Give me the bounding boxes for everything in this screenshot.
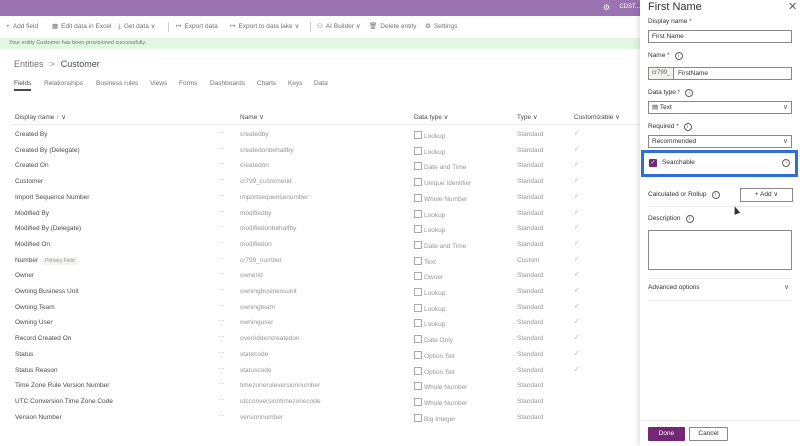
text-type-icon: ▤ [652,104,660,111]
chevron-down-icon[interactable]: ∨ [784,283,789,291]
data-type-label: Data type * i [648,89,694,97]
info-icon[interactable]: i [683,123,692,131]
searchable-checkbox-row[interactable]: ✓ Searchable i [641,150,798,177]
required-asterisk: * [677,89,681,96]
modal-overlay [0,16,640,446]
required-label: Required * i [648,123,692,131]
required-asterisk: * [676,123,679,130]
chevron-down-icon: ∨ [782,138,788,145]
done-button[interactable]: Done [648,427,685,441]
gear-icon[interactable]: ⚙ [603,3,610,12]
searchable-label: Searchable [662,159,695,166]
description-label-text: Description [648,215,681,222]
required-asterisk: * [667,52,670,59]
chevron-down-icon: ∨ [782,104,788,111]
display-name-label: Display name * [648,18,692,25]
panel-title: First Name [648,1,702,13]
add-calculated-button[interactable]: + Add ∨ [740,188,793,202]
field-properties-panel: First Name ✕ Display name * First Name N… [640,0,800,446]
name-input[interactable]: FirstName [674,67,792,80]
data-type-value: Text [659,104,672,111]
info-icon[interactable]: i [711,191,720,199]
info-icon[interactable]: i [685,89,694,97]
environment-label: CDST... [619,4,640,10]
searchable-checkbox[interactable]: ✓ [649,159,657,167]
panel-footer-divider [640,420,800,421]
divider [648,206,792,207]
info-icon[interactable]: i [782,159,790,167]
close-icon[interactable]: ✕ [788,0,797,13]
display-name-input[interactable]: First Name [648,30,792,43]
advanced-options-toggle[interactable]: Advanced options [648,284,700,291]
name-label: Name * i [648,52,683,60]
description-label: Description i [648,215,694,223]
required-asterisk: * [689,18,692,25]
calculated-label-text: Calculated or Rollup [648,191,707,198]
info-icon[interactable]: i [674,52,683,60]
data-type-label-text: Data type [648,89,676,96]
cancel-button[interactable]: Cancel [689,427,728,441]
data-type-select[interactable]: ▤ Text ∨ [648,101,792,114]
divider [648,300,792,301]
calculated-rollup-label: Calculated or Rollup i [648,191,720,199]
info-icon[interactable]: i [685,215,694,223]
required-label-text: Required [648,123,675,130]
name-label-text: Name [648,52,666,59]
description-textarea[interactable] [648,230,792,270]
display-name-label-text: Display name [648,18,688,25]
required-select[interactable]: Recommended ∨ [648,135,792,148]
required-value: Recommended [652,138,697,145]
name-prefix: cr799_ [648,67,674,80]
divider [648,278,792,279]
